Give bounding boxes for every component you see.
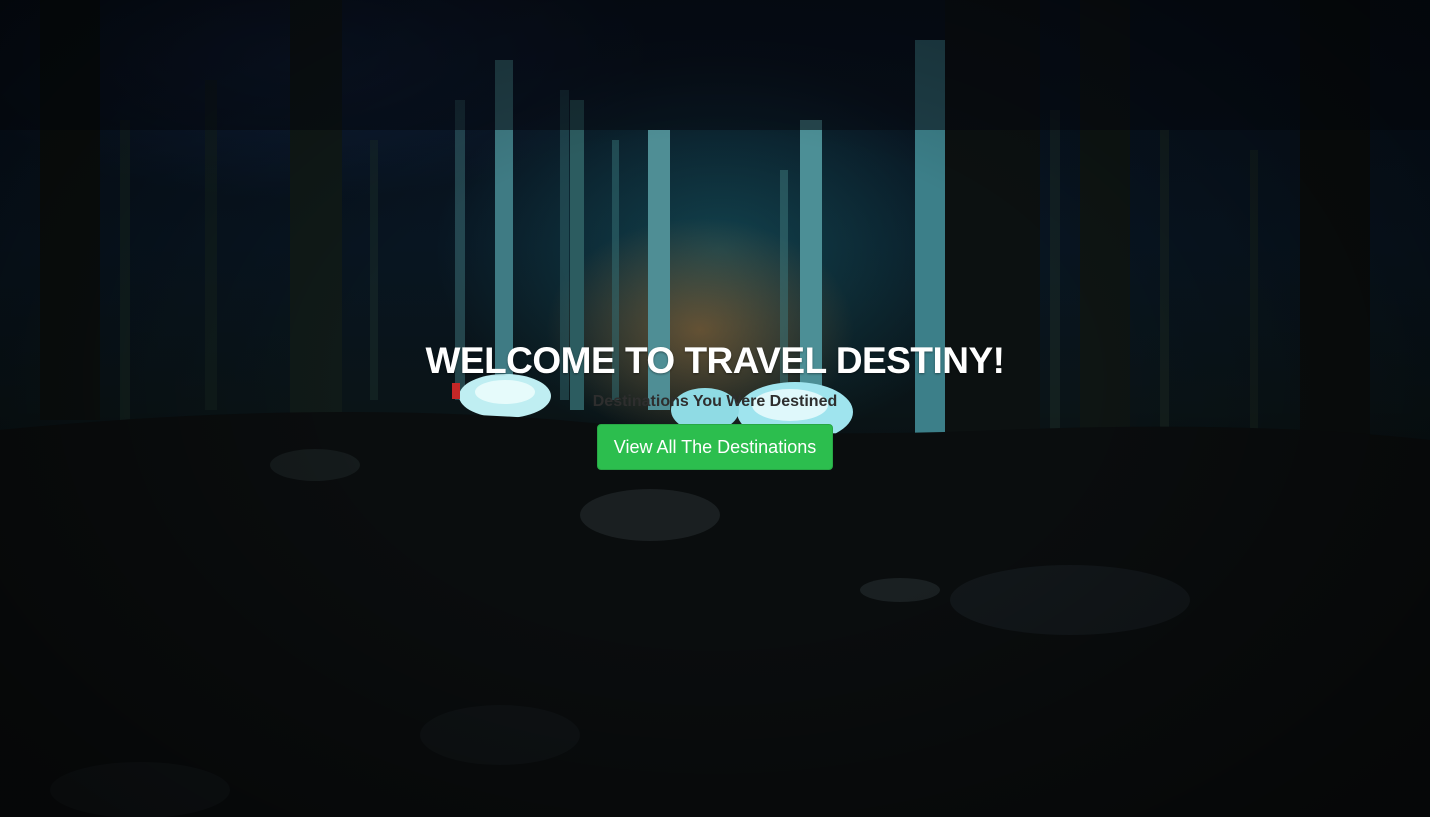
hero-section: WELCOME TO TRAVEL DESTINY! Destinations … (0, 0, 1430, 817)
hero-subtitle: Destinations You Were Destined (592, 393, 838, 410)
hero-content: WELCOME TO TRAVEL DESTINY! Destinations … (0, 338, 1430, 470)
view-destinations-button[interactable]: View All The Destinations (596, 424, 834, 470)
page-title: WELCOME TO TRAVEL DESTINY! (425, 340, 1005, 381)
